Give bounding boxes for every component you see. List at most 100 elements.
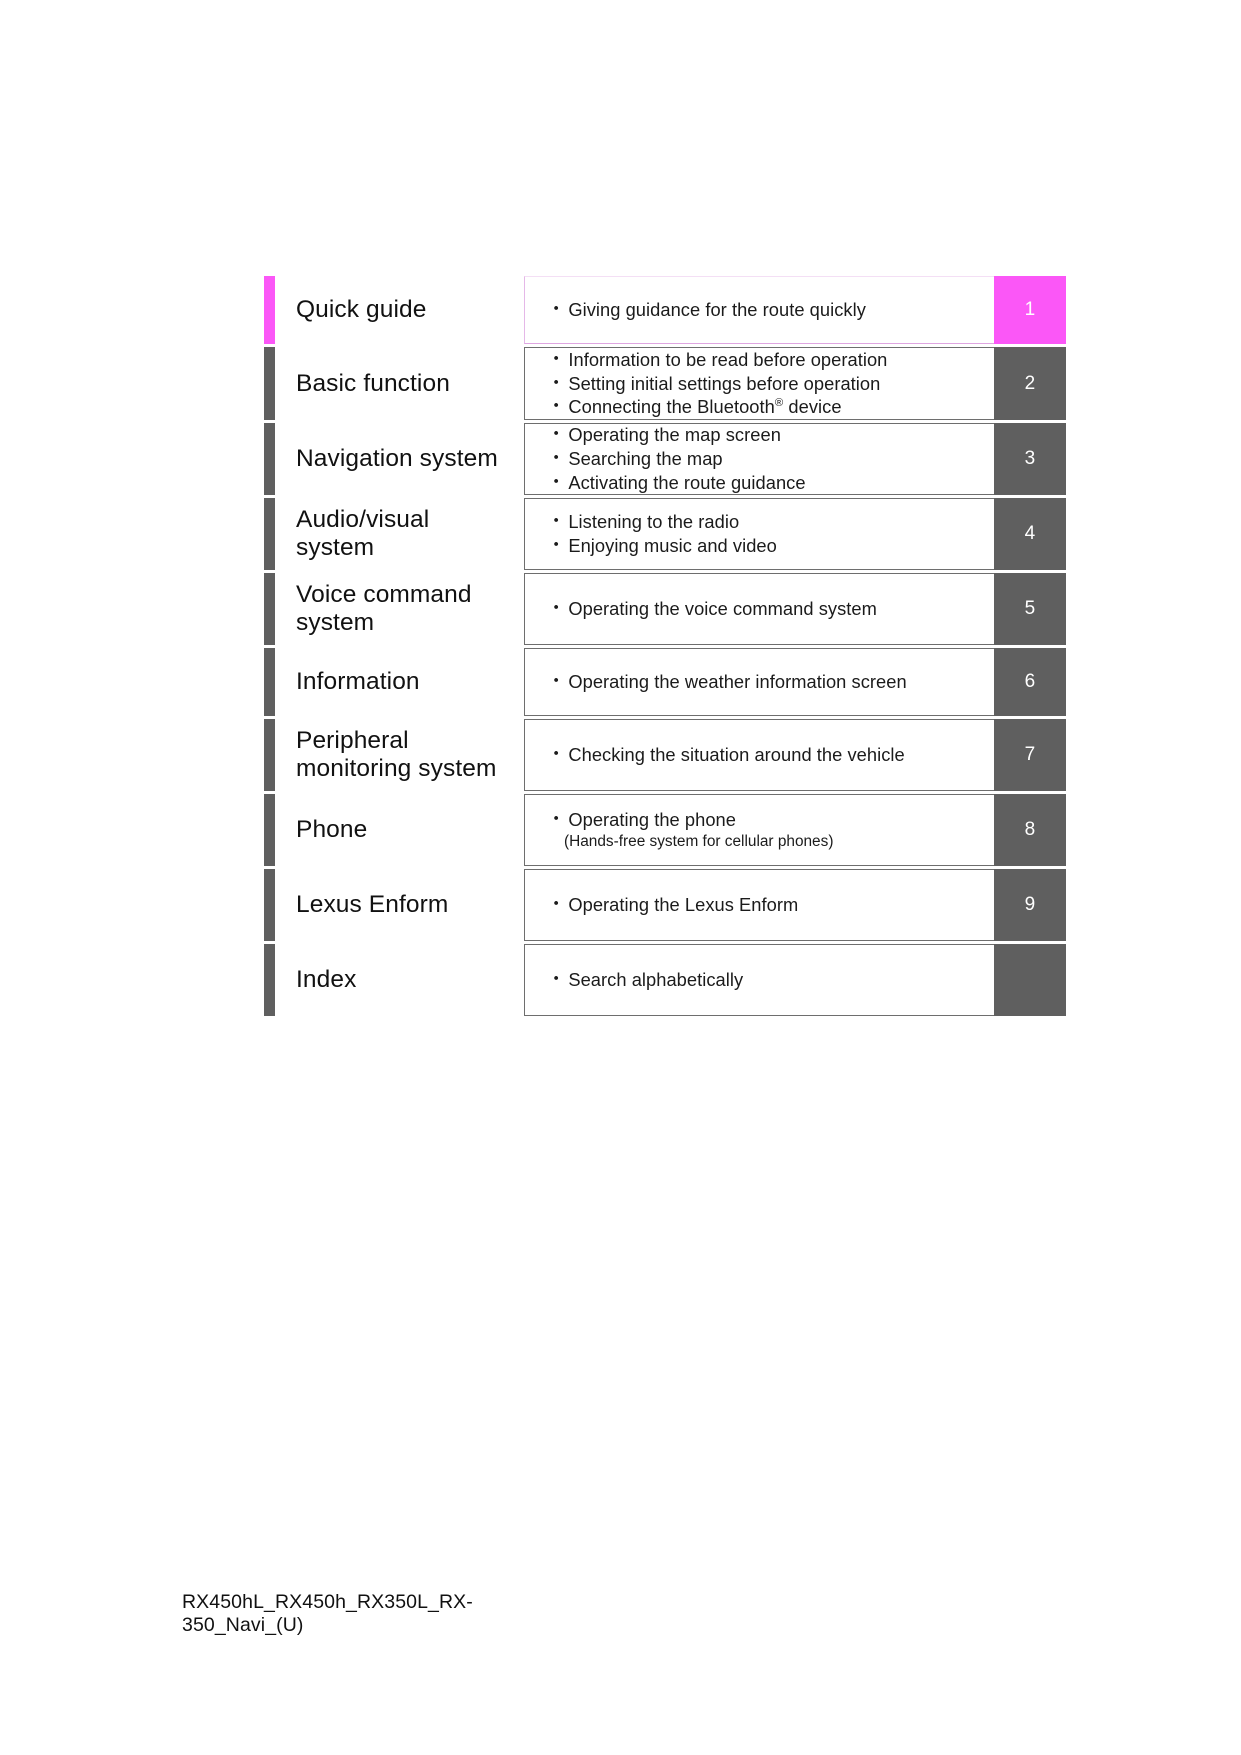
chapter-number-tab[interactable]: 8 bbox=[994, 794, 1066, 866]
chapter-color-marker bbox=[264, 648, 275, 716]
bullet-dot-icon: ・ bbox=[547, 510, 566, 532]
chapter-color-marker bbox=[264, 869, 275, 941]
bullet-dot-icon: ・ bbox=[547, 808, 566, 830]
description-bullet-text: Operating the weather information screen bbox=[568, 671, 907, 693]
toc-row[interactable]: Peripheral monitoring system ・ Checking the… bbox=[264, 719, 1066, 791]
chapter-number: 3 bbox=[1024, 448, 1036, 469]
chapter-title-cell[interactable]: Peripheral monitoring system bbox=[275, 719, 524, 791]
chapter-number: 2 bbox=[1024, 372, 1036, 394]
chapter-description-cell: ・ Search alphabetically bbox=[524, 944, 994, 1016]
bullet-dot-icon: ・ bbox=[547, 447, 566, 469]
description-subline: (Hands-free system for cellular phones) bbox=[564, 833, 834, 851]
chapter-title: Index bbox=[296, 966, 357, 994]
chapter-description-cell: ・ Operating the Lexus Enform bbox=[524, 869, 994, 941]
chapter-title-line: Peripheral bbox=[296, 727, 409, 755]
chapter-number-tab[interactable]: 4 bbox=[994, 498, 1066, 570]
bullet-dot-icon: ・ bbox=[547, 670, 566, 692]
bullet-dot-icon: ・ bbox=[547, 534, 566, 555]
chapter-title: Navigation system bbox=[296, 445, 498, 473]
chapter-title-cell[interactable]: Quick guide bbox=[275, 276, 524, 344]
chapter-color-marker bbox=[264, 794, 275, 866]
chapter-title: Phone bbox=[296, 816, 368, 844]
description-bullet-text: Operating the Lexus Enform bbox=[568, 894, 799, 916]
chapter-description-cell: ・ Operating the phone (Hands-free system f… bbox=[524, 794, 994, 866]
bullet-dot-icon: ・ bbox=[547, 298, 566, 320]
description-bullet-text: Operating the map screen bbox=[568, 424, 781, 446]
chapter-number-tab[interactable]: 6 bbox=[994, 648, 1066, 716]
toc-row[interactable]: Navigation system ・ Operating the map scre… bbox=[264, 423, 1066, 495]
description-bullet: ・ Operating the map screen bbox=[547, 423, 994, 447]
chapter-color-marker bbox=[264, 347, 275, 420]
chapter-number-tab[interactable]: 5 bbox=[994, 573, 1066, 645]
description-bullet-text: Setting initial settings before operatio… bbox=[568, 372, 881, 394]
bullet-dot-icon: ・ bbox=[547, 371, 566, 393]
description-bullet-text: Connecting the Bluetooth® device bbox=[568, 396, 842, 418]
page-canvas: Quick guide ・ Giving guidance for the rout… bbox=[0, 0, 1241, 1755]
chapter-color-marker bbox=[264, 276, 275, 344]
description-bullet: ・ Enjoying music and video bbox=[547, 534, 994, 558]
bullet-dot-icon: ・ bbox=[547, 968, 566, 990]
chapter-number-tab[interactable]: 7 bbox=[994, 719, 1066, 791]
bullet-dot-icon: ・ bbox=[547, 597, 566, 619]
description-bullet-text: Operating the voice command system bbox=[568, 598, 877, 620]
toc-row[interactable]: Information ・ Operating the weather inform… bbox=[264, 648, 1066, 716]
description-bullet-text: Checking the situation around the vehicl… bbox=[568, 744, 905, 766]
chapter-title-cell[interactable]: Phone bbox=[275, 794, 524, 866]
chapter-description-cell: ・ Operating the weather information scree… bbox=[524, 648, 994, 716]
chapter-title-line: system bbox=[296, 609, 375, 636]
chapter-number: 8 bbox=[1024, 819, 1036, 840]
chapter-title: Peripheral monitoring system bbox=[296, 727, 497, 783]
chapter-number-tab[interactable]: 9 bbox=[994, 869, 1066, 941]
bullet-dot-icon: ・ bbox=[547, 743, 566, 765]
toc-row[interactable]: Voice command system ・ Operating the voice … bbox=[264, 573, 1066, 645]
toc-row[interactable]: Lexus Enform ・ Operating the Lexus Enform 9 bbox=[264, 869, 1066, 941]
description-bullet: ・ Activating the route guidance bbox=[547, 471, 994, 495]
chapter-title-cell[interactable]: Information bbox=[275, 648, 524, 716]
description-bullet-text: Search alphabetically bbox=[568, 969, 744, 991]
toc-row[interactable]: Audio/visual system ・ Listening to the radi… bbox=[264, 498, 1066, 570]
chapter-title-cell[interactable]: Voice command system bbox=[275, 573, 524, 645]
chapter-title-cell[interactable]: Navigation system bbox=[275, 423, 524, 495]
chapter-title-cell[interactable]: Basic function bbox=[275, 347, 524, 420]
description-bullet: ・ Setting initial settings before operati… bbox=[547, 372, 994, 396]
document-footer: RX450hL_RX450h_RX350L_RX- 350_Navi_(U) bbox=[182, 1591, 602, 1636]
chapter-title-cell[interactable]: Index bbox=[275, 944, 524, 1016]
chapter-number-tab[interactable] bbox=[994, 944, 1066, 1016]
chapter-title-line: Audio/visual bbox=[296, 506, 430, 534]
chapter-title-cell[interactable]: Audio/visual system bbox=[275, 498, 524, 570]
chapter-title: Lexus Enform bbox=[296, 891, 449, 919]
chapter-number: 6 bbox=[1024, 671, 1036, 692]
description-bullet: ・ Search alphabetically bbox=[547, 968, 994, 992]
chapter-title-line: monitoring system bbox=[296, 755, 497, 782]
chapter-number-tab[interactable]: 2 bbox=[994, 347, 1066, 420]
chapter-number-tab[interactable]: 3 bbox=[994, 423, 1066, 495]
description-bullet-text: Listening to the radio bbox=[568, 511, 740, 533]
chapter-color-marker bbox=[264, 573, 275, 645]
chapter-color-marker bbox=[264, 498, 275, 570]
toc-row[interactable]: Basic function ・ Information to be read be… bbox=[264, 347, 1066, 420]
chapter-number: 7 bbox=[1024, 744, 1036, 765]
chapter-title: Basic function bbox=[296, 369, 450, 397]
chapter-title-line: system bbox=[296, 534, 375, 561]
description-bullet: ・ Operating the phone bbox=[547, 808, 994, 832]
toc-row[interactable]: Phone ・ Operating the phone (Hands-free sys… bbox=[264, 794, 1066, 866]
chapter-title-cell[interactable]: Lexus Enform bbox=[275, 869, 524, 941]
chapter-number-tab[interactable]: 1 bbox=[994, 276, 1066, 344]
description-bullet: ・ Operating the voice command system bbox=[547, 597, 994, 621]
footer-line-2: 350_Navi_(U) bbox=[182, 1613, 304, 1636]
chapter-number: 4 bbox=[1024, 523, 1036, 544]
description-bullet-text: Giving guidance for the route quickly bbox=[568, 299, 866, 321]
chapter-number: 1 bbox=[1024, 299, 1036, 320]
toc-row[interactable]: Quick guide ・ Giving guidance for the rout… bbox=[264, 276, 1066, 344]
chapter-title: Quick guide bbox=[296, 296, 427, 324]
description-bullet: ・ Checking the situation around the vehic… bbox=[547, 743, 994, 767]
description-bullet: ・ Operating the Lexus Enform bbox=[547, 893, 994, 917]
toc-row[interactable]: Index ・ Search alphabetically bbox=[264, 944, 1066, 1016]
description-bullet: ・ Searching the map bbox=[547, 447, 994, 471]
footer-line-1: RX450hL_RX450h_RX350L_RX- bbox=[182, 1591, 473, 1613]
chapter-description-cell: ・ Operating the map screen ・ Searching the … bbox=[524, 423, 994, 495]
chapter-color-marker bbox=[264, 944, 275, 1016]
chapter-description-cell: ・ Checking the situation around the vehic… bbox=[524, 719, 994, 791]
chapter-number: 5 bbox=[1024, 598, 1036, 619]
chapter-color-marker bbox=[264, 423, 275, 495]
